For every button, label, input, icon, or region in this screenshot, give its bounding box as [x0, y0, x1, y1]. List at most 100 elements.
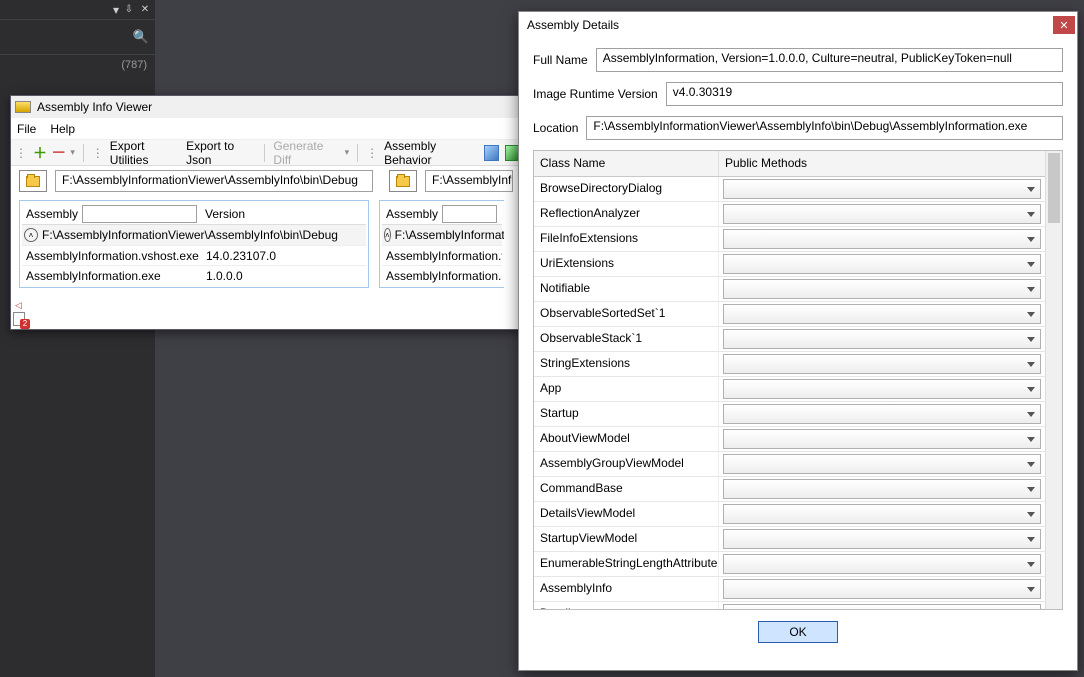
assembly-filter-input[interactable] — [82, 205, 197, 223]
methods-combobox[interactable] — [723, 429, 1041, 449]
browse-button[interactable] — [389, 170, 417, 192]
dropdown-icon[interactable]: ▾ — [70, 147, 75, 158]
methods-combobox[interactable] — [723, 529, 1041, 549]
remove-button[interactable]: ─ — [53, 144, 64, 162]
table-row[interactable]: BrowseDirectoryDialog — [534, 177, 1045, 202]
runtime-input[interactable]: v4.0.30319 — [666, 82, 1063, 106]
close-icon[interactable]: ✕ — [139, 4, 151, 15]
methods-cell — [719, 402, 1045, 426]
table-row[interactable]: AssemblyInformation.vshost.exe 14.0.2310… — [22, 245, 366, 265]
app-icon — [15, 101, 31, 113]
export-utilities-button[interactable]: Export Utilities — [110, 139, 180, 167]
class-name-cell: AboutViewModel — [534, 427, 719, 451]
table-row[interactable]: UriExtensions — [534, 252, 1045, 277]
table-row[interactable]: CommandBase — [534, 477, 1045, 502]
table-row[interactable]: ObservableStack`1 — [534, 327, 1045, 352]
error-indicator[interactable] — [13, 312, 25, 329]
behavior-icon-a[interactable] — [484, 145, 499, 161]
table-row[interactable]: FileInfoExtensions — [534, 227, 1045, 252]
dialog-body: Full Name AssemblyInformation, Version=1… — [519, 38, 1077, 614]
methods-combobox[interactable] — [723, 404, 1041, 424]
location-input[interactable]: F:\AssemblyInformationViewer\AssemblyInf… — [586, 116, 1063, 140]
class-name-cell: BrowseDirectoryDialog — [534, 177, 719, 201]
table-row[interactable]: StartupViewModel — [534, 527, 1045, 552]
table-row[interactable]: Details — [534, 602, 1045, 609]
methods-combobox[interactable] — [723, 179, 1041, 199]
menu-help[interactable]: Help — [50, 122, 75, 136]
field-location: Location F:\AssemblyInformationViewer\As… — [533, 116, 1063, 140]
pin-icon[interactable]: ⇩ — [123, 4, 135, 15]
browse-button[interactable] — [19, 170, 47, 192]
version-label: Version — [197, 207, 245, 221]
ok-button[interactable]: OK — [758, 621, 838, 643]
add-button[interactable]: ＋ — [33, 143, 47, 163]
table-row[interactable]: EnumerableStringLengthAttribute — [534, 552, 1045, 577]
methods-combobox[interactable] — [723, 604, 1041, 609]
vertical-scrollbar[interactable] — [1045, 151, 1062, 609]
methods-combobox[interactable] — [723, 554, 1041, 574]
gripper-icon: ⋮ — [92, 146, 104, 160]
collapse-icon[interactable]: ˄ — [384, 228, 391, 242]
table-row[interactable]: ReflectionAnalyzer — [534, 202, 1045, 227]
methods-combobox[interactable] — [723, 229, 1041, 249]
collapse-icon[interactable]: ˄ — [24, 228, 38, 242]
group-path: F:\AssemblyInformation — [395, 228, 504, 242]
class-name-cell: Details — [534, 602, 719, 609]
menu-file[interactable]: File — [17, 122, 36, 136]
methods-cell — [719, 427, 1045, 451]
window-titlebar: Assembly Info Viewer — [11, 96, 524, 118]
full-name-label: Full Name — [533, 53, 588, 67]
dropdown-icon[interactable]: ▾ — [345, 147, 350, 158]
panel-header: ▾ ⇩ ✕ — [0, 0, 155, 20]
methods-combobox[interactable] — [723, 329, 1041, 349]
dropdown-icon[interactable]: ▾ — [113, 3, 119, 17]
path-input[interactable]: F:\AssemblyInfor — [425, 170, 513, 192]
table-row[interactable]: Notifiable — [534, 277, 1045, 302]
class-name-cell: CommandBase — [534, 477, 719, 501]
methods-combobox[interactable] — [723, 379, 1041, 399]
col-public-methods[interactable]: Public Methods — [719, 151, 1045, 176]
window-title: Assembly Info Viewer — [37, 100, 152, 114]
table-row[interactable]: ObservableSortedSet`1 — [534, 302, 1045, 327]
table-row[interactable]: StringExtensions — [534, 352, 1045, 377]
dialog-footer: OK — [519, 614, 1077, 650]
methods-combobox[interactable] — [723, 579, 1041, 599]
full-name-input[interactable]: AssemblyInformation, Version=1.0.0.0, Cu… — [596, 48, 1063, 72]
version-cell: 1.0.0.0 — [202, 269, 243, 283]
assembly-details-dialog: Assembly Details ✕ Full Name AssemblyInf… — [518, 11, 1078, 671]
methods-combobox[interactable] — [723, 454, 1041, 474]
export-json-button[interactable]: Export to Json — [186, 139, 256, 167]
table-row[interactable]: AssemblyInformation.exe 1.0.0.0 — [22, 265, 366, 285]
dialog-titlebar: Assembly Details ✕ — [519, 12, 1077, 38]
table-row[interactable]: Startup — [534, 402, 1045, 427]
table-row[interactable]: AssemblyGroupViewModel — [534, 452, 1045, 477]
table-row[interactable]: AboutViewModel — [534, 427, 1045, 452]
table-row[interactable]: AssemblyInformation.ex — [382, 265, 502, 285]
assembly-behavior-button[interactable]: Assembly Behavior — [384, 139, 478, 167]
methods-combobox[interactable] — [723, 254, 1041, 274]
methods-combobox[interactable] — [723, 304, 1041, 324]
group-header[interactable]: ˄ F:\AssemblyInformationViewer\AssemblyI… — [22, 225, 366, 245]
gripper-icon: ⋮ — [366, 146, 378, 160]
table-row[interactable]: AssemblyInformation.vs — [382, 245, 502, 265]
table-row[interactable]: App — [534, 377, 1045, 402]
version-cell: 14.0.23107.0 — [202, 249, 276, 263]
methods-cell — [719, 502, 1045, 526]
col-class-name[interactable]: Class Name — [534, 151, 719, 176]
assembly-filter-input[interactable] — [442, 205, 497, 223]
table-row[interactable]: AssemblyInfo — [534, 577, 1045, 602]
methods-combobox[interactable] — [723, 204, 1041, 224]
methods-combobox[interactable] — [723, 504, 1041, 524]
methods-combobox[interactable] — [723, 279, 1041, 299]
methods-cell — [719, 177, 1045, 201]
group-path: F:\AssemblyInformationViewer\AssemblyInf… — [42, 228, 338, 242]
methods-combobox[interactable] — [723, 354, 1041, 374]
path-input[interactable]: F:\AssemblyInformationViewer\AssemblyInf… — [55, 170, 373, 192]
table-row[interactable]: DetailsViewModel — [534, 502, 1045, 527]
close-button[interactable]: ✕ — [1053, 16, 1075, 34]
group-header[interactable]: ˄ F:\AssemblyInformation — [382, 225, 502, 245]
methods-combobox[interactable] — [723, 479, 1041, 499]
search-icon[interactable]: 🔍 — [133, 29, 149, 45]
methods-cell — [719, 577, 1045, 601]
browse-row-left: F:\AssemblyInformationViewer\AssemblyInf… — [11, 166, 381, 196]
